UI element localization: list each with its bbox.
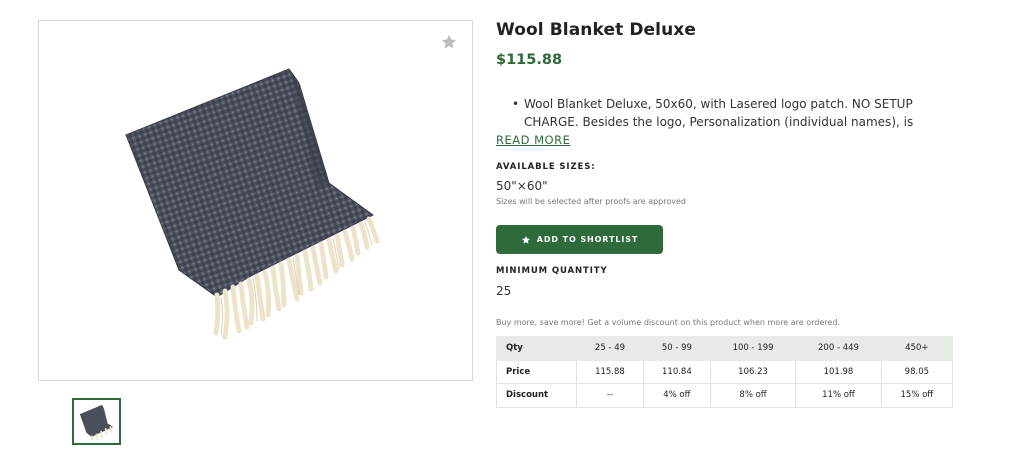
table-header-cell: 50 - 99 xyxy=(642,336,711,361)
table-header-row: Qty 25 - 49 50 - 99 100 - 199 200 - 449 … xyxy=(496,336,954,361)
price-table: Qty 25 - 49 50 - 99 100 - 199 200 - 449 … xyxy=(496,336,954,408)
table-cell: 106.23 xyxy=(709,359,797,384)
minimum-quantity-label: MINIMUM QUANTITY xyxy=(496,266,608,276)
table-cell: 4% off xyxy=(642,383,711,408)
minimum-quantity-value: 25 xyxy=(496,284,512,298)
star-icon xyxy=(521,235,530,244)
add-to-shortlist-button[interactable]: ADD TO SHORTLIST xyxy=(496,225,663,254)
table-row-price: Price 115.88 110.84 106.23 101.98 98.05 xyxy=(496,359,954,384)
bullet-icon: • xyxy=(512,97,520,111)
product-title: Wool Blanket Deluxe xyxy=(496,20,696,40)
product-image xyxy=(125,68,380,340)
shortlist-label: ADD TO SHORTLIST xyxy=(536,235,639,244)
volume-discount-note: Buy more, save more! Get a volume discou… xyxy=(496,318,840,327)
table-header-cell: 200 - 449 xyxy=(795,336,882,361)
thumbnail-image[interactable] xyxy=(72,398,121,445)
table-header-cell: 25 - 49 xyxy=(576,336,644,361)
table-cell: 110.84 xyxy=(642,359,711,384)
table-cell: 11% off xyxy=(795,383,882,408)
product-image-frame xyxy=(38,20,473,381)
table-cell: -- xyxy=(576,383,644,408)
table-cell: Price xyxy=(496,359,577,384)
table-cell: 98.05 xyxy=(880,359,954,384)
table-cell: Discount xyxy=(496,383,577,408)
table-row-discount: Discount -- 4% off 8% off 11% off 15% of… xyxy=(496,383,954,408)
table-header-cell: 100 - 199 xyxy=(709,336,797,361)
description-text: Wool Blanket Deluxe, 50x60, with Lasered… xyxy=(524,97,914,129)
product-description: • Wool Blanket Deluxe, 50x60, with Laser… xyxy=(512,95,952,131)
table-cell: 101.98 xyxy=(795,359,882,384)
table-cell: 8% off xyxy=(709,383,797,408)
star-icon[interactable] xyxy=(440,33,458,51)
table-header-cell: 450+ xyxy=(880,336,954,361)
table-header-cell: Qty xyxy=(496,336,577,361)
table-cell: 115.88 xyxy=(576,359,644,384)
available-size-value: 50"×60" xyxy=(496,179,548,193)
available-sizes-label: AVAILABLE SIZES: xyxy=(496,162,596,172)
sizes-note: Sizes will be selected after proofs are … xyxy=(496,197,686,206)
table-cell: 15% off xyxy=(880,383,954,408)
read-more-link[interactable]: READ MORE xyxy=(496,133,570,147)
product-price: $115.88 xyxy=(496,52,563,68)
